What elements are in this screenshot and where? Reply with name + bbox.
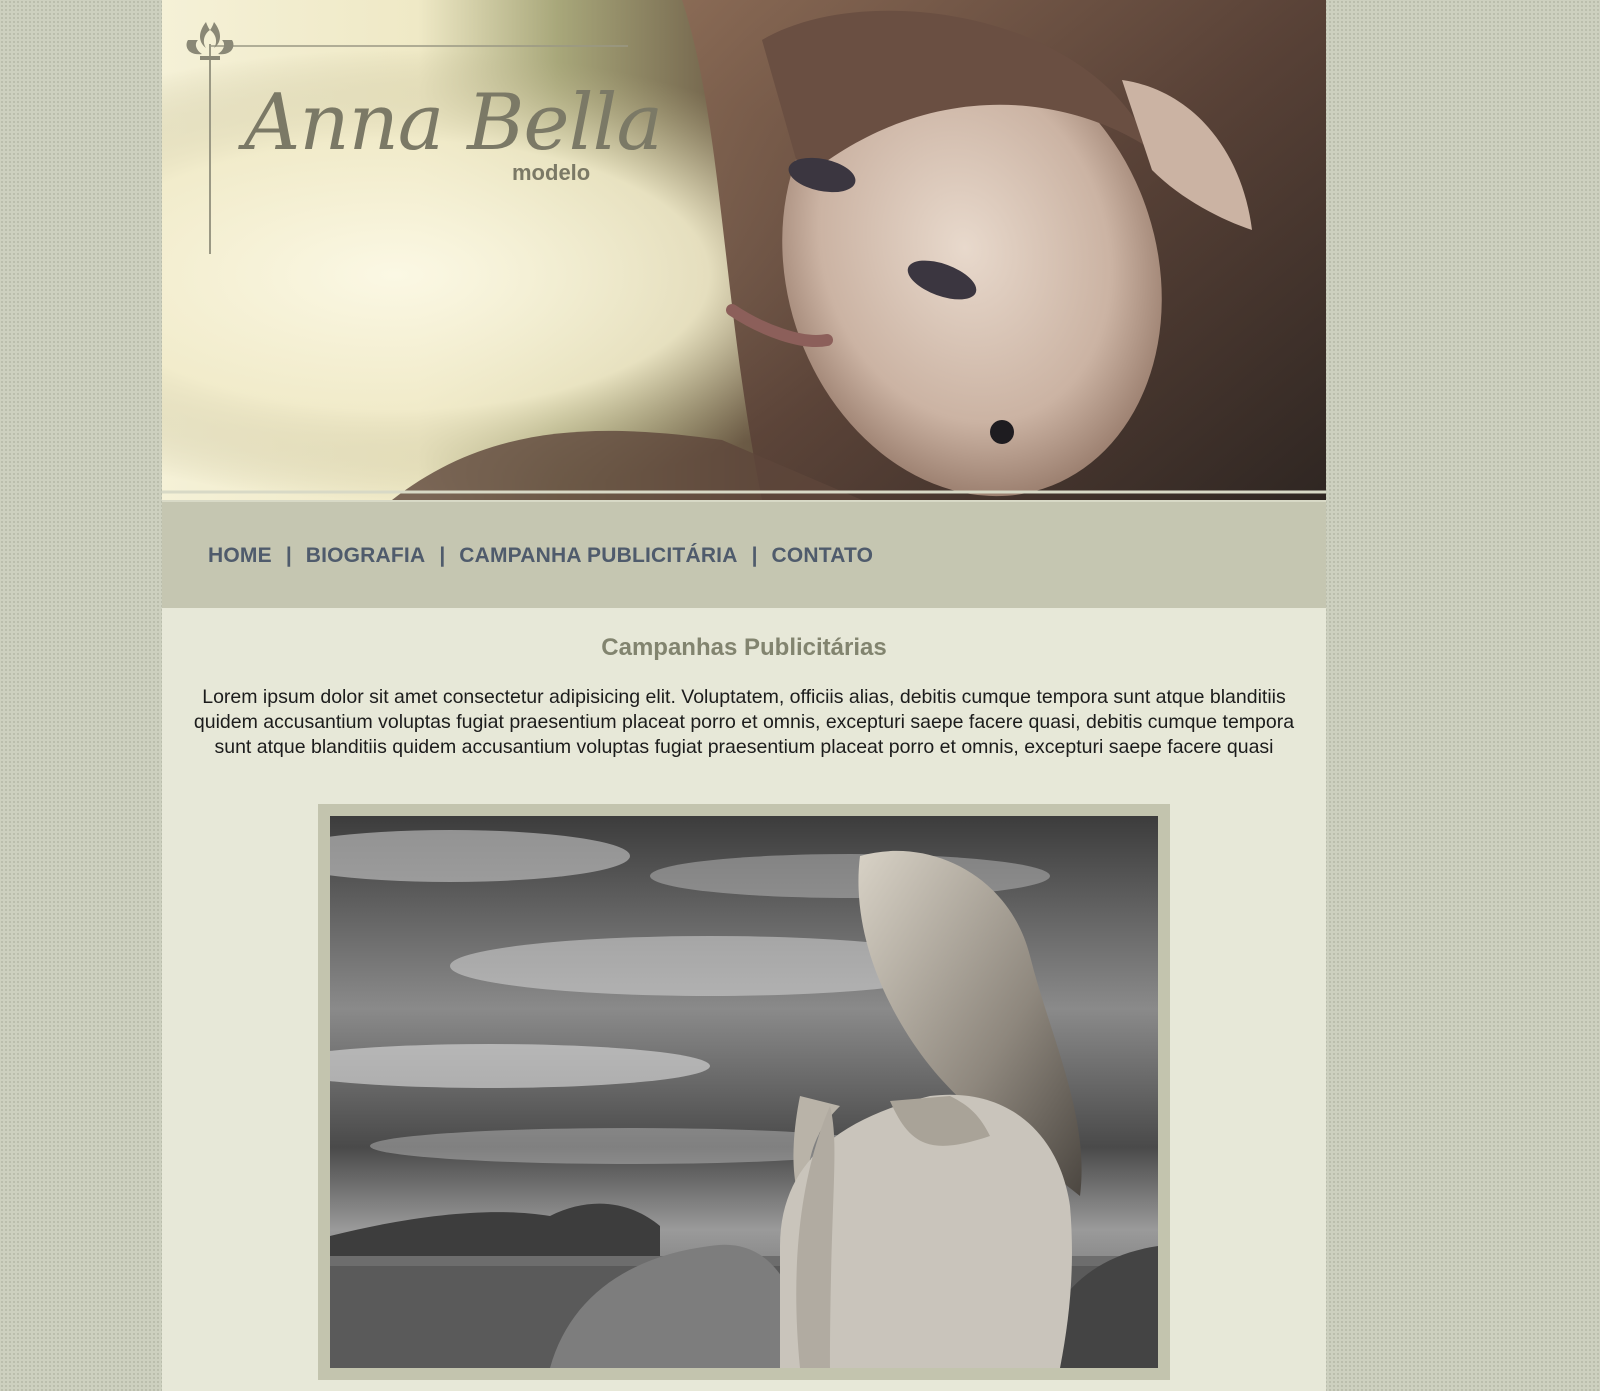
nav-separator: |: [285, 544, 292, 567]
intro-paragraph: Lorem ipsum dolor sit amet consectetur a…: [193, 686, 1295, 758]
page-container: Anna Bella modelo HOME | BIOGRAFIA | CAM…: [162, 0, 1326, 1391]
campaign-photo-frame: [318, 804, 1170, 1380]
brand-tagline: modelo: [512, 160, 591, 185]
nav-separator: |: [439, 544, 446, 567]
nav-separator: |: [751, 544, 758, 567]
nav-item-campanha-publicitaria[interactable]: CAMPANHA PUBLICITÁRIA: [459, 544, 737, 568]
nav-item-contato[interactable]: CONTATO: [771, 544, 873, 568]
banner-photo: [162, 0, 1326, 500]
main-nav: HOME | BIOGRAFIA | CAMPANHA PUBLICITÁRIA…: [162, 500, 1326, 608]
nav-item-home[interactable]: HOME: [208, 544, 272, 568]
nav-list: HOME | BIOGRAFIA | CAMPANHA PUBLICITÁRIA…: [208, 544, 873, 568]
brand-name: Anna Bella: [244, 78, 663, 168]
campaign-photo: [330, 816, 1158, 1368]
header-banner: Anna Bella modelo: [162, 0, 1326, 500]
page-title: Campanhas Publicitárias: [601, 634, 887, 661]
nav-item-biografia[interactable]: BIOGRAFIA: [306, 544, 426, 568]
